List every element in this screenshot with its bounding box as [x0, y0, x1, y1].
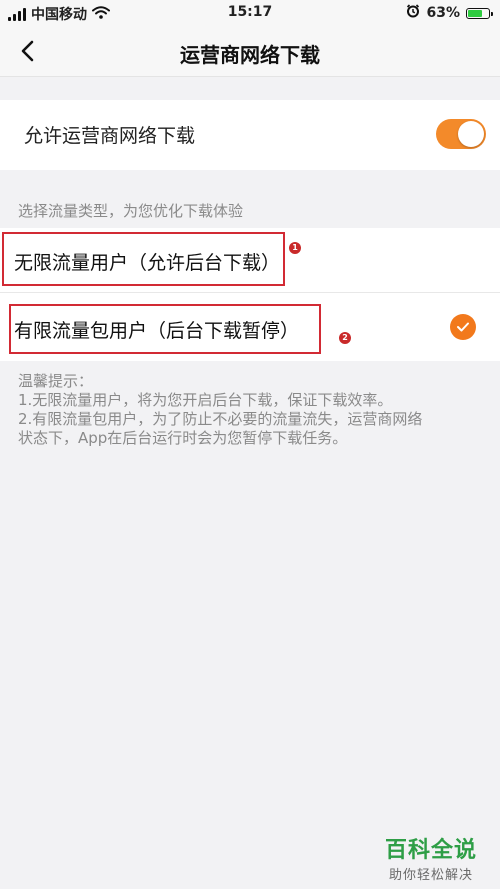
- annotation-box-1: [2, 232, 285, 286]
- allow-carrier-download-toggle[interactable]: [436, 119, 486, 149]
- status-bar: 中国移动 15:17 63%: [0, 0, 500, 26]
- battery-percent: 63%: [426, 5, 460, 21]
- allow-carrier-download-label: 允许运营商网络下载: [24, 125, 196, 147]
- section-hint: 选择流量类型，为您优化下载体验: [18, 202, 244, 220]
- annotation-marker-1: 1: [289, 242, 301, 254]
- checkmark-icon: [450, 314, 476, 340]
- watermark-main: 百科全说: [384, 838, 477, 863]
- toggle-knob: [458, 121, 484, 147]
- status-right: 63%: [406, 4, 493, 22]
- battery-icon: [466, 7, 493, 19]
- nav-bar: 运营商网络下载: [0, 26, 500, 77]
- tips-line-1: 1.无限流量用户，将为您开启后台下载，保证下载效率。: [18, 391, 393, 409]
- annotation-marker-2: 2: [339, 332, 351, 344]
- allow-carrier-download-row: 允许运营商网络下载: [0, 100, 500, 170]
- page-title: 运营商网络下载: [180, 43, 320, 67]
- tips-line-2a: 2.有限流量包用户，为了防止不必要的流量流失，运营商网络: [18, 410, 423, 428]
- annotation-box-2: [9, 304, 321, 354]
- tips-title: 温馨提示：: [18, 372, 94, 390]
- alarm-icon: [406, 4, 420, 22]
- tips-line-2b: 状态下，App在后台运行时会为您暂停下载任务。: [18, 429, 348, 447]
- watermark-sub: 助你轻松解决: [388, 868, 473, 883]
- watermark-logo: 百科全说 助你轻松解决: [370, 832, 492, 883]
- tips-section: 温馨提示： 1.无限流量用户，将为您开启后台下载，保证下载效率。 2.有限流量包…: [18, 372, 488, 448]
